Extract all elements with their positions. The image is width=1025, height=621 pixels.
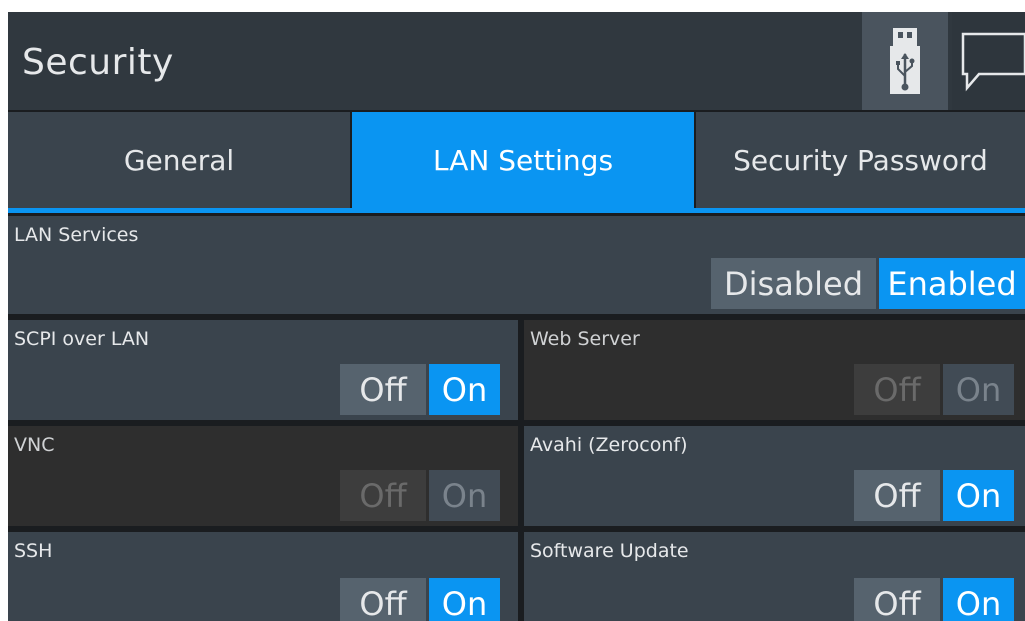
ssh-on-button[interactable]: On — [429, 578, 500, 621]
usb-button[interactable] — [862, 12, 948, 110]
vnc-off-button[interactable]: Off — [340, 470, 426, 521]
avahi-panel: Avahi (Zeroconf) Off On — [524, 426, 1025, 526]
lan-services-label: LAN Services — [14, 224, 139, 246]
scpi-off-button[interactable]: Off — [340, 364, 426, 415]
security-screen: Security General LAN Settings Security P… — [8, 12, 1025, 621]
vnc-toggle: Off On — [340, 470, 500, 521]
avahi-off-button[interactable]: Off — [854, 470, 940, 521]
ssh-label: SSH — [14, 540, 53, 562]
message-icon — [961, 32, 1025, 92]
tab-lan-settings[interactable]: LAN Settings — [352, 112, 694, 208]
lan-services-enabled-button[interactable]: Enabled — [879, 258, 1025, 309]
page-title: Security — [22, 42, 174, 83]
tab-general[interactable]: General — [8, 112, 350, 208]
scpi-over-lan-panel: SCPI over LAN Off On — [8, 320, 518, 420]
message-button[interactable] — [952, 12, 1025, 110]
tab-security-password[interactable]: Security Password — [696, 112, 1025, 208]
lan-services-toggle: Disabled Enabled — [711, 258, 1025, 309]
software-update-on-button[interactable]: On — [943, 578, 1014, 621]
software-update-toggle: Off On — [854, 578, 1014, 621]
software-update-panel: Software Update Off On — [524, 532, 1025, 621]
header-bar: Security — [8, 12, 1025, 110]
scpi-over-lan-toggle: Off On — [340, 364, 500, 415]
ssh-off-button[interactable]: Off — [340, 578, 426, 621]
web-server-on-button[interactable]: On — [943, 364, 1014, 415]
lan-services-panel: LAN Services Disabled Enabled — [8, 216, 1025, 314]
avahi-label: Avahi (Zeroconf) — [530, 434, 688, 456]
software-update-label: Software Update — [530, 540, 689, 562]
avahi-on-button[interactable]: On — [943, 470, 1014, 521]
vnc-panel: VNC Off On — [8, 426, 518, 526]
web-server-label: Web Server — [530, 328, 640, 350]
scpi-on-button[interactable]: On — [429, 364, 500, 415]
ssh-panel: SSH Off On — [8, 532, 518, 621]
software-update-off-button[interactable]: Off — [854, 578, 940, 621]
vnc-label: VNC — [14, 434, 55, 456]
vnc-on-button[interactable]: On — [429, 470, 500, 521]
tab-bar: General LAN Settings Security Password — [8, 112, 1025, 210]
web-server-off-button[interactable]: Off — [854, 364, 940, 415]
web-server-toggle: Off On — [854, 364, 1014, 415]
scpi-over-lan-label: SCPI over LAN — [14, 328, 150, 350]
active-tab-underline — [8, 208, 1025, 213]
avahi-toggle: Off On — [854, 470, 1014, 521]
usb-icon — [890, 28, 920, 94]
ssh-toggle: Off On — [340, 578, 500, 621]
lan-services-disabled-button[interactable]: Disabled — [711, 258, 876, 309]
web-server-panel: Web Server Off On — [524, 320, 1025, 420]
